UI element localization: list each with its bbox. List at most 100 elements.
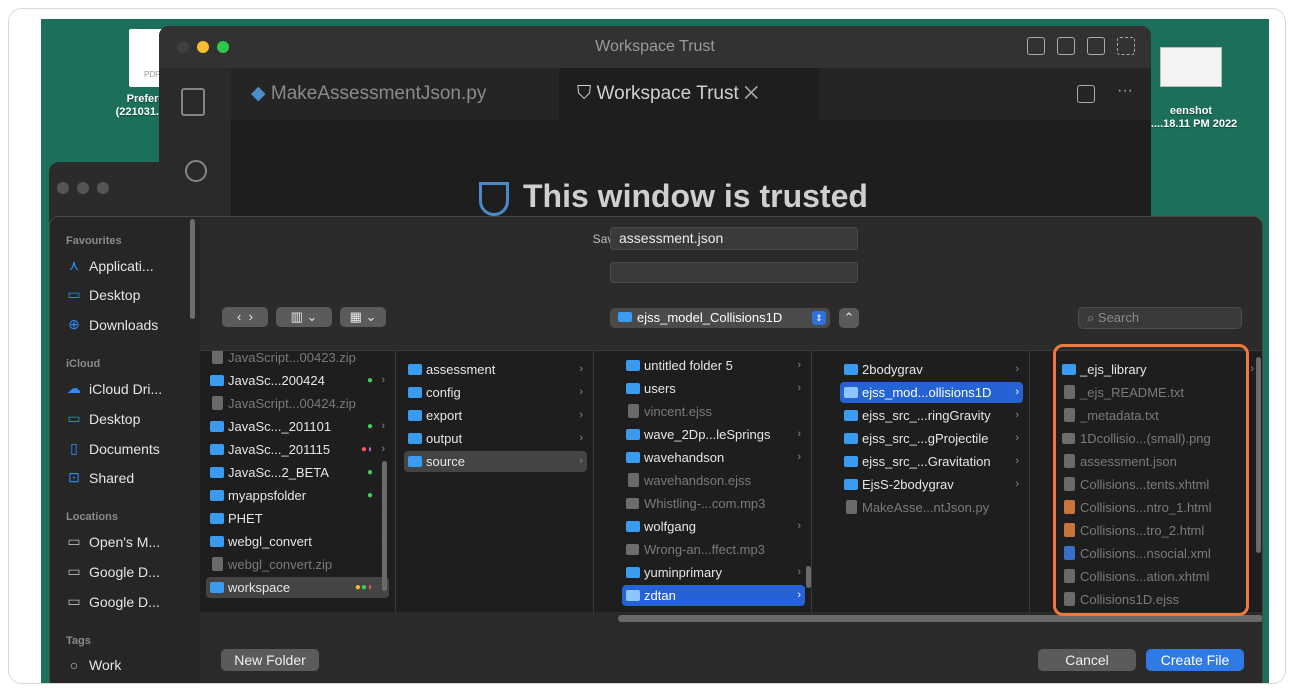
list-item[interactable]: vincent.ejss xyxy=(622,401,805,422)
list-item[interactable]: ejss_src_...Gravitation › xyxy=(840,451,1023,472)
more-actions-icon[interactable]: ··· xyxy=(1117,82,1133,100)
desktop-screenshot-file[interactable]: eenshot 1....18.11 PM 2022 xyxy=(1141,47,1241,131)
list-item[interactable]: Wrong-an...ffect.mp3 xyxy=(622,539,805,560)
cancel-button[interactable]: Cancel xyxy=(1038,649,1136,671)
sidebar-item-google-drive-2[interactable]: ▭ Google D... xyxy=(66,593,159,610)
list-item[interactable]: export › xyxy=(404,405,587,426)
horizontal-scrollbar[interactable] xyxy=(618,615,1262,622)
sidebar-heading-locations: Locations xyxy=(66,511,118,523)
sidebar-item-tag-work[interactable]: ○ Work xyxy=(66,657,122,673)
dialog-sidebar: Favourites ⋏ Applicati... ▭ Desktop ⊕ Downl… xyxy=(50,217,200,683)
list-item-label: 2bodygrav xyxy=(862,362,923,377)
list-item[interactable]: assessment › xyxy=(404,359,587,380)
document-icon: ▯ xyxy=(70,440,78,456)
window-dot xyxy=(77,182,89,194)
list-item[interactable]: JavaSc..._201101 ● › xyxy=(206,416,389,437)
sidebar-item-icloud-drive[interactable]: ☁ iCloud Dri... xyxy=(66,380,162,397)
folder-icon xyxy=(626,521,640,532)
tag-dot-icon: ●●◗ xyxy=(354,582,373,593)
list-item[interactable]: ejss_mod...ollisions1D › xyxy=(840,382,1023,403)
list-item-label: EjsS-2bodygrav xyxy=(862,477,954,492)
list-item[interactable]: JavaScript...00424.zip xyxy=(206,393,389,414)
sidebar-item-downloads[interactable]: ⊕ Downloads xyxy=(66,316,158,333)
sidebar-item-macbook[interactable]: ▭ Open's M... xyxy=(66,533,160,550)
sidebar-item-desktop[interactable]: ▭ Desktop xyxy=(66,286,140,303)
list-item[interactable]: JavaSc...200424 ● › xyxy=(206,370,389,391)
sidebar-item-label: Work xyxy=(89,657,122,673)
list-item[interactable]: source › xyxy=(404,451,587,472)
chevron-right-icon: › xyxy=(579,386,583,398)
tab-workspace-trust[interactable]: ⛉ Workspace Trust ✕ xyxy=(559,68,819,120)
sidebar-item-google-drive-1[interactable]: ▭ Google D... xyxy=(66,563,159,580)
sidebar-item-documents[interactable]: ▯ Documents xyxy=(66,440,160,457)
list-item[interactable]: JavaSc...2_BETA●› xyxy=(206,462,389,483)
list-item-label: zdtan xyxy=(644,588,676,603)
column-scrollbar[interactable] xyxy=(806,566,811,588)
list-item[interactable]: wavehandson › xyxy=(622,447,805,468)
chevron-right-icon: › xyxy=(1015,386,1019,398)
list-item[interactable]: Whistling-...com.mp3 xyxy=(622,493,805,514)
search-icon[interactable] xyxy=(185,160,207,182)
list-item[interactable]: config › xyxy=(404,382,587,403)
cloud-icon: ☁ xyxy=(67,380,81,396)
back-forward-buttons[interactable]: ‹ › xyxy=(222,307,268,327)
list-item[interactable]: PHET› xyxy=(206,508,389,529)
browser-column-4: 2bodygrav › ejss_mod...ollisions1D › ejss_… xyxy=(834,351,1030,613)
sidebar-item-applications[interactable]: ⋏ Applicati... xyxy=(66,257,154,274)
column-scrollbar[interactable] xyxy=(1256,357,1261,553)
file-icon xyxy=(846,500,857,514)
list-item[interactable]: EjsS-2bodygrav › xyxy=(840,474,1023,495)
create-file-button[interactable]: Create File xyxy=(1146,649,1244,671)
list-item[interactable]: JavaScript...00423.zip xyxy=(206,351,389,368)
list-item[interactable]: users › xyxy=(622,378,805,399)
list-item[interactable]: output › xyxy=(404,428,587,449)
save-as-input[interactable]: assessment.json xyxy=(610,227,858,250)
sidebar-scrollbar[interactable] xyxy=(190,219,195,319)
column-scrollbar[interactable] xyxy=(382,461,387,591)
sidebar-item-shared[interactable]: ⊡ Shared xyxy=(66,469,134,486)
tab-makeassessmentjson[interactable]: ◆ MakeAssessmentJson.py xyxy=(251,68,486,120)
list-item-label: JavaSc...2_BETA xyxy=(228,465,329,480)
shield-icon xyxy=(479,181,509,216)
list-item[interactable]: workspace●●◗› xyxy=(206,577,389,598)
list-item[interactable]: JavaSc..._201115 ●◗ › xyxy=(206,439,389,460)
save-dialog: Favourites ⋏ Applicati... ▭ Desktop ⊕ Downl… xyxy=(49,216,1263,683)
list-item[interactable]: ejss_src_...gProjectile › xyxy=(840,428,1023,449)
explorer-icon[interactable] xyxy=(181,88,205,116)
list-item[interactable]: MakeAsse...ntJson.py xyxy=(840,497,1023,518)
folder-icon xyxy=(210,421,224,432)
list-item[interactable]: wave_2Dp...leSprings › xyxy=(622,424,805,445)
sidebar-item-label: Desktop xyxy=(89,410,141,427)
group-button[interactable]: ▦ ⌄ xyxy=(340,307,386,327)
new-folder-button[interactable]: New Folder xyxy=(221,649,319,671)
layout-panel-icon[interactable] xyxy=(1057,37,1075,55)
tags-input[interactable] xyxy=(610,262,858,283)
chevron-right-icon: › xyxy=(797,428,801,440)
list-item-label: assessment xyxy=(426,362,496,377)
list-item[interactable]: zdtan › xyxy=(622,585,805,606)
list-item[interactable]: myappsfolder●› xyxy=(206,485,389,506)
list-item[interactable]: ejss_src_...ringGravity › xyxy=(840,405,1023,426)
shield-icon: ⛉ xyxy=(577,83,592,104)
close-icon[interactable]: ✕ xyxy=(744,83,758,104)
location-popup[interactable]: ejss_model_Collisions1D ⇕ xyxy=(610,308,830,328)
list-item[interactable]: 2bodygrav › xyxy=(840,359,1023,380)
folder-icon xyxy=(626,590,640,601)
view-mode-button[interactable]: ▥ ⌄ xyxy=(276,307,332,327)
layout-split-icon[interactable] xyxy=(1087,37,1105,55)
collapse-button[interactable]: ⌃ xyxy=(839,308,859,328)
list-item[interactable]: webgl_convert› xyxy=(206,531,389,552)
search-input[interactable]: ⌕ Search xyxy=(1078,307,1242,329)
list-item[interactable]: wolfgang › xyxy=(622,516,805,537)
split-editor-icon[interactable] xyxy=(1077,85,1095,103)
sidebar-item-icloud-desktop[interactable]: ▭ Desktop xyxy=(66,410,140,427)
list-item[interactable]: untitled folder 5 › xyxy=(622,355,805,376)
window-dot xyxy=(97,182,109,194)
folder-icon xyxy=(210,467,224,478)
layout-sidebar-icon[interactable] xyxy=(1027,37,1045,55)
list-item[interactable]: webgl_convert.zip xyxy=(206,554,389,575)
list-item[interactable]: wavehandson.ejss xyxy=(622,470,805,491)
sidebar-heading-favourites: Favourites xyxy=(66,235,122,247)
list-item[interactable]: yuminprimary › xyxy=(622,562,805,583)
layout-custom-icon[interactable] xyxy=(1117,37,1135,55)
